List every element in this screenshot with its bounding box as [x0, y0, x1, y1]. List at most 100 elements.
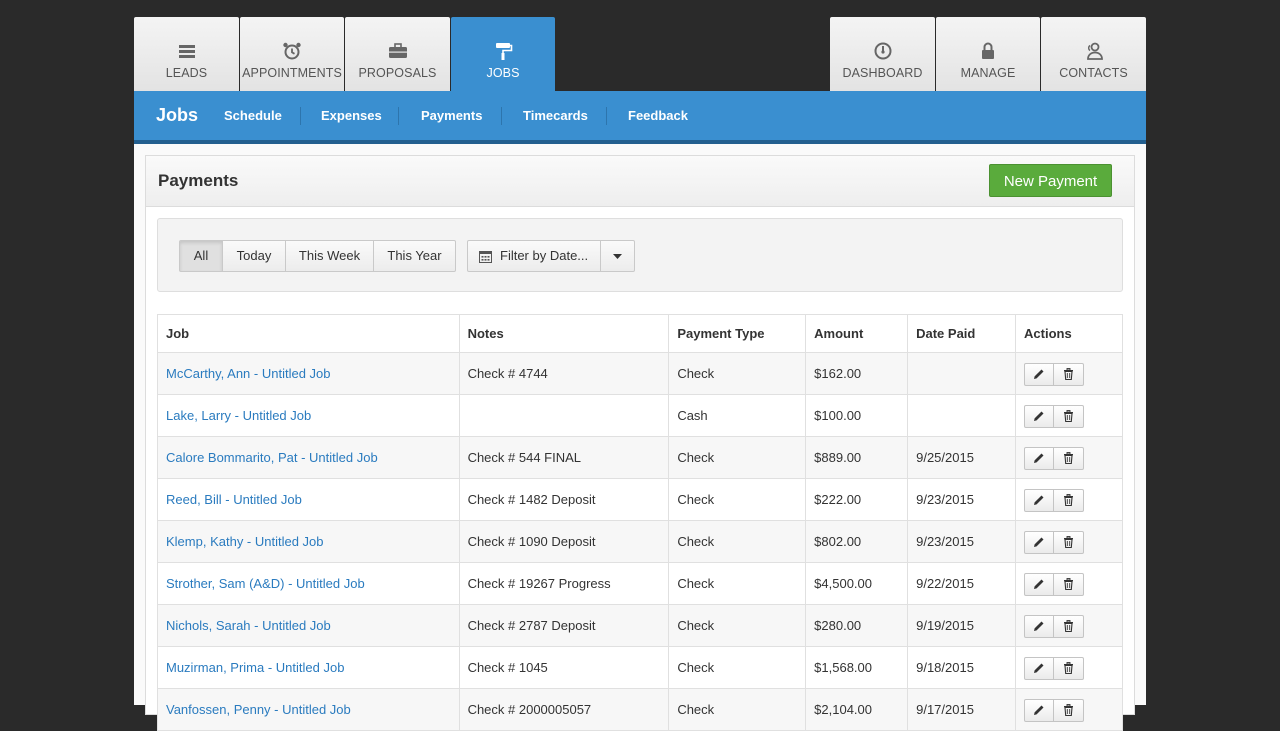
- edit-button[interactable]: [1024, 531, 1055, 554]
- subnav-payments[interactable]: Payments: [421, 108, 482, 123]
- date-paid-cell: 9/22/2015: [907, 562, 1017, 605]
- tab-jobs[interactable]: JOBS: [451, 17, 555, 91]
- edit-button[interactable]: [1024, 657, 1055, 680]
- payments-panel: Payments New Payment All Today This Week…: [145, 155, 1135, 731]
- actions-cell: [1015, 520, 1123, 563]
- job-cell: Muzirman, Prima - Untitled Job: [157, 646, 460, 689]
- notes-cell: Check # 1482 Deposit: [458, 478, 670, 521]
- tab-label: DASHBOARD: [842, 66, 923, 80]
- job-cell: Reed, Bill - Untitled Job: [157, 478, 460, 521]
- payment-type-cell: Cash: [668, 394, 807, 437]
- amount-cell: $2,104.00: [805, 688, 909, 731]
- tab-dashboard[interactable]: DASHBOARD: [830, 17, 935, 91]
- subnav-timecards[interactable]: Timecards: [523, 108, 588, 123]
- delete-button[interactable]: [1054, 657, 1085, 680]
- filter-by-date-button[interactable]: Filter by Date...: [467, 240, 601, 272]
- edit-button[interactable]: [1024, 489, 1055, 512]
- column-header: Date Paid: [907, 314, 1017, 353]
- pencil-icon: [1034, 453, 1044, 463]
- tab-label: LEADS: [165, 66, 208, 80]
- payment-type-cell: Check: [668, 352, 807, 395]
- filter-this-week[interactable]: This Week: [285, 240, 374, 272]
- pencil-icon: [1034, 537, 1044, 547]
- edit-button[interactable]: [1024, 363, 1055, 386]
- delete-button[interactable]: [1054, 531, 1085, 554]
- new-payment-button[interactable]: New Payment: [989, 164, 1112, 197]
- filter-this-year[interactable]: This Year: [373, 240, 456, 272]
- job-link[interactable]: Strother, Sam (A&D) - Untitled Job: [166, 576, 365, 591]
- trash-icon: [1064, 452, 1074, 465]
- filter-all[interactable]: All: [179, 240, 223, 272]
- tab-contacts[interactable]: CONTACTS: [1041, 17, 1146, 91]
- date-dropdown-toggle[interactable]: [600, 240, 635, 272]
- delete-button[interactable]: [1054, 573, 1085, 596]
- subnav-feedback[interactable]: Feedback: [628, 108, 688, 123]
- edit-button[interactable]: [1024, 447, 1055, 470]
- date-paid-cell: 9/18/2015: [907, 646, 1017, 689]
- notes-cell: Check # 544 FINAL: [458, 436, 670, 479]
- job-link[interactable]: Reed, Bill - Untitled Job: [166, 492, 302, 507]
- tab-manage[interactable]: MANAGE: [936, 17, 1040, 91]
- briefcase-icon: [388, 43, 407, 58]
- lock-icon: [982, 42, 994, 59]
- date-paid-cell: [907, 394, 1017, 437]
- job-link[interactable]: Vanfossen, Penny - Untitled Job: [166, 702, 351, 717]
- filter-bar: All Today This Week This Year Filter by …: [157, 218, 1123, 292]
- job-link[interactable]: McCarthy, Ann - Untitled Job: [166, 366, 331, 381]
- notes-cell: [458, 394, 670, 437]
- payment-type-cell: Check: [668, 562, 807, 605]
- job-cell: Calore Bommarito, Pat - Untitled Job: [157, 436, 460, 479]
- delete-button[interactable]: [1054, 615, 1085, 638]
- filter-today[interactable]: Today: [222, 240, 286, 272]
- actions-cell: [1015, 688, 1123, 731]
- payment-type-cell: Check: [668, 646, 807, 689]
- job-link[interactable]: Nichols, Sarah - Untitled Job: [166, 618, 331, 633]
- table-row: Lake, Larry - Untitled Job Cash $100.00: [157, 394, 1123, 437]
- amount-cell: $100.00: [805, 394, 909, 437]
- tab-proposals[interactable]: PROPOSALS: [345, 17, 450, 91]
- edit-button[interactable]: [1024, 405, 1055, 428]
- job-link[interactable]: Lake, Larry - Untitled Job: [166, 408, 311, 423]
- divider: [501, 107, 502, 125]
- job-link[interactable]: Muzirman, Prima - Untitled Job: [166, 660, 344, 675]
- job-link[interactable]: Klemp, Kathy - Untitled Job: [166, 534, 324, 549]
- filter-by-date-label: Filter by Date...: [500, 248, 589, 263]
- amount-cell: $222.00: [805, 478, 909, 521]
- panel-header: Payments New Payment: [146, 156, 1134, 207]
- tab-label: MANAGE: [960, 66, 1016, 80]
- edit-button[interactable]: [1024, 615, 1055, 638]
- notes-cell: Check # 1045: [458, 646, 670, 689]
- delete-button[interactable]: [1054, 363, 1085, 386]
- delete-button[interactable]: [1054, 405, 1085, 428]
- job-cell: Klemp, Kathy - Untitled Job: [157, 520, 460, 563]
- alarm-clock-icon: [283, 42, 301, 60]
- actions-cell: [1015, 478, 1123, 521]
- table-row: McCarthy, Ann - Untitled Job Check # 4744…: [157, 352, 1123, 395]
- delete-button[interactable]: [1054, 447, 1085, 470]
- table-header-row: Job Notes Payment Type Amount Date Paid …: [157, 314, 1123, 353]
- actions-cell: [1015, 604, 1123, 647]
- amount-cell: $802.00: [805, 520, 909, 563]
- table-row: Reed, Bill - Untitled Job Check # 1482 De…: [157, 478, 1123, 521]
- job-link[interactable]: Calore Bommarito, Pat - Untitled Job: [166, 450, 378, 465]
- date-paid-cell: 9/23/2015: [907, 478, 1017, 521]
- edit-button[interactable]: [1024, 699, 1055, 722]
- subnav-expenses[interactable]: Expenses: [321, 108, 382, 123]
- users-icon: [1086, 42, 1103, 60]
- edit-button[interactable]: [1024, 573, 1055, 596]
- tab-appointments[interactable]: APPOINTMENTS: [240, 17, 344, 91]
- delete-button[interactable]: [1054, 489, 1085, 512]
- pencil-icon: [1034, 495, 1044, 505]
- divider: [398, 107, 399, 125]
- divider: [300, 107, 301, 125]
- pencil-icon: [1034, 579, 1044, 589]
- gauge-icon: [874, 42, 891, 60]
- notes-cell: Check # 19267 Progress: [458, 562, 670, 605]
- page-title: Payments: [158, 171, 239, 190]
- delete-button[interactable]: [1054, 699, 1085, 722]
- date-paid-cell: 9/25/2015: [907, 436, 1017, 479]
- date-paid-cell: 9/23/2015: [907, 520, 1017, 563]
- tab-leads[interactable]: LEADS: [134, 17, 239, 91]
- subnav-schedule[interactable]: Schedule: [224, 108, 282, 123]
- date-paid-cell: 9/19/2015: [907, 604, 1017, 647]
